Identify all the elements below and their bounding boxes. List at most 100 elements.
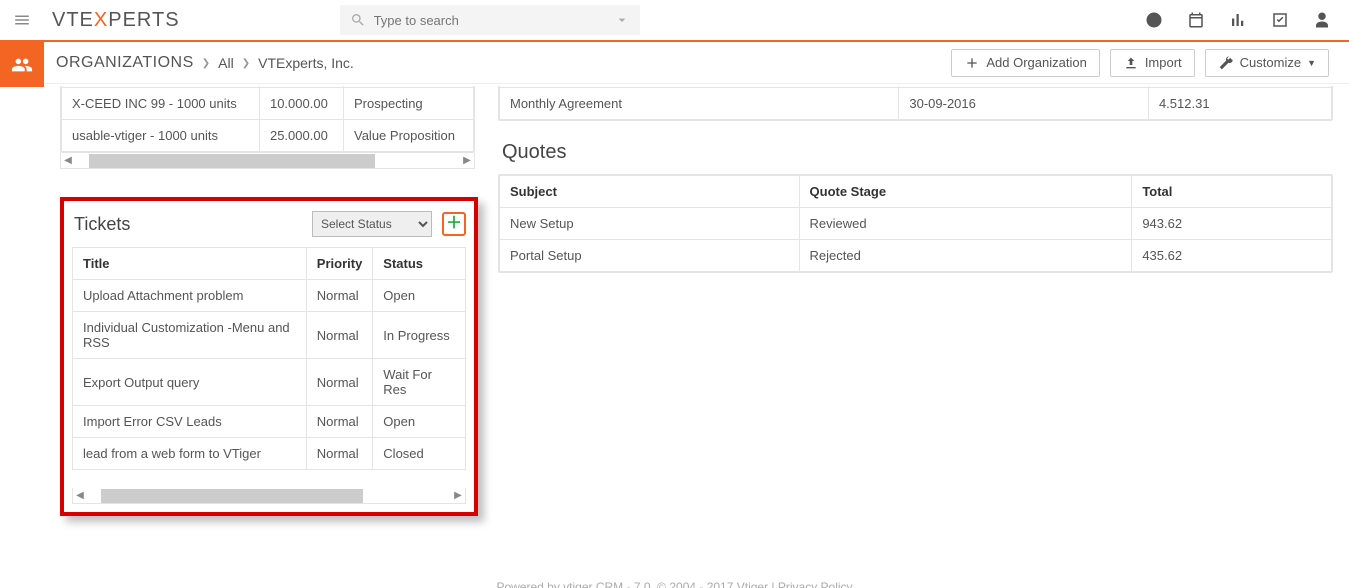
scrollbar-track[interactable] [101, 489, 437, 503]
tickets-status-filter[interactable]: Select Status [312, 211, 432, 237]
quote-subject: New Setup [500, 208, 800, 240]
breadcrumb-all[interactable]: All [218, 55, 234, 71]
opp-name: X-CEED INC 99 - 1000 units [62, 88, 260, 120]
right-column: Support Package 06-08-2016 7.865.12Month… [498, 86, 1333, 273]
support-date: 30-09-2016 [899, 88, 1149, 120]
scroll-right-icon[interactable]: ▶ [451, 490, 465, 501]
quote-subject: Portal Setup [500, 240, 800, 272]
module-rail-organizations[interactable] [0, 42, 44, 87]
menu-toggle[interactable] [0, 0, 44, 41]
table-row[interactable]: X-CEED INC 99 - 1000 units 10.000.00 Pro… [62, 88, 474, 120]
tasks-icon[interactable] [1271, 11, 1289, 29]
opp-name: usable-vtiger - 1000 units [62, 120, 260, 152]
action-buttons: Add Organization Import Customize ▼ [951, 49, 1329, 77]
scrollbar-thumb[interactable] [89, 154, 375, 168]
table-row[interactable]: Import Error CSV Leads Normal Open [73, 406, 466, 438]
footer-text: Powered by vtiger CRM - 7.0. © 2004 - 20… [496, 580, 852, 588]
opp-stage: Prospecting [344, 88, 474, 120]
table-row[interactable]: lead from a web form to VTiger Normal Cl… [73, 438, 466, 470]
tickets-col-priority: Priority [306, 248, 373, 280]
main-content: vtigerCRM Inc - 1000 units 75.000.00 Qua… [44, 86, 1349, 588]
quotes-widget: Subject Quote Stage Total New Setup Revi… [498, 174, 1333, 273]
ticket-title: Individual Customization -Menu and RSS [73, 312, 307, 359]
reports-icon[interactable] [1229, 11, 1247, 29]
tickets-col-status: Status [373, 248, 466, 280]
table-row[interactable]: Individual Customization -Menu and RSS N… [73, 312, 466, 359]
opportunities-table: vtigerCRM Inc - 1000 units 75.000.00 Qua… [61, 86, 474, 152]
organizations-icon [11, 54, 33, 76]
breadcrumb-bar: Organizations ❯ All ❯ VTExperts, Inc. Ad… [44, 42, 1349, 84]
logo-text-x: X [94, 9, 108, 31]
breadcrumb-record[interactable]: VTExperts, Inc. [258, 55, 354, 71]
quote-stage: Reviewed [799, 208, 1132, 240]
quotes-col-stage: Quote Stage [799, 176, 1132, 208]
ticket-priority: Normal [306, 438, 373, 470]
logo-text-post: PERTS [108, 9, 179, 31]
scroll-left-icon[interactable]: ◀ [73, 490, 87, 501]
tickets-col-title: Title [73, 248, 307, 280]
opp-amount: 10.000.00 [259, 88, 343, 120]
import-button[interactable]: Import [1110, 49, 1195, 77]
add-ticket-button[interactable]: ＋ [442, 212, 466, 236]
quotes-table: Subject Quote Stage Total New Setup Revi… [499, 175, 1332, 272]
quote-stage: Rejected [799, 240, 1132, 272]
ticket-priority: Normal [306, 406, 373, 438]
scroll-left-icon[interactable]: ◀ [61, 155, 75, 166]
calendar-icon[interactable] [1187, 11, 1205, 29]
import-label: Import [1145, 55, 1182, 70]
quote-total: 435.62 [1132, 240, 1332, 272]
quotes-title: Quotes [502, 141, 1333, 164]
topbar: VTEXPERTS [0, 0, 1349, 42]
support-amount: 4.512.31 [1148, 88, 1331, 120]
table-row[interactable]: Export Output query Normal Wait For Res [73, 359, 466, 406]
chevron-down-icon[interactable] [614, 12, 630, 28]
opportunities-widget: vtigerCRM Inc - 1000 units 75.000.00 Qua… [60, 86, 475, 153]
add-organization-label: Add Organization [986, 55, 1086, 70]
table-row[interactable]: usable-vtiger - 1000 units 25.000.00 Val… [62, 120, 474, 152]
chevron-down-icon: ▼ [1307, 58, 1316, 68]
table-row[interactable]: Portal Setup Rejected 435.62 [500, 240, 1332, 272]
opp-amount: 25.000.00 [259, 120, 343, 152]
quotes-col-total: Total [1132, 176, 1332, 208]
ticket-title: Upload Attachment problem [73, 280, 307, 312]
tickets-table: Title Priority Status Upload Attachment … [72, 247, 466, 470]
ticket-title: Export Output query [73, 359, 307, 406]
breadcrumb-module[interactable]: Organizations [56, 54, 194, 72]
add-icon[interactable] [1145, 11, 1163, 29]
add-organization-button[interactable]: Add Organization [951, 49, 1099, 77]
ticket-status: Open [373, 406, 466, 438]
scroll-right-icon[interactable]: ▶ [460, 155, 474, 166]
tickets-hscroll[interactable]: ◀ ▶ [72, 488, 466, 504]
table-row[interactable]: Monthly Agreement 30-09-2016 4.512.31 [500, 88, 1332, 120]
ticket-status: Open [373, 280, 466, 312]
tickets-title: Tickets [74, 214, 130, 235]
tickets-header: Tickets Select Status ＋ [72, 207, 466, 247]
customize-label: Customize [1240, 55, 1301, 70]
quotes-col-subject: Subject [500, 176, 800, 208]
opp-stage: Value Proposition [344, 120, 474, 152]
scrollbar-track[interactable] [89, 154, 446, 168]
topbar-icons [1145, 11, 1331, 29]
customize-button[interactable]: Customize ▼ [1205, 49, 1329, 77]
support-subject: Monthly Agreement [500, 88, 899, 120]
ticket-priority: Normal [306, 312, 373, 359]
ticket-title: Import Error CSV Leads [73, 406, 307, 438]
global-search[interactable] [340, 5, 640, 35]
search-input[interactable] [374, 13, 614, 28]
ticket-title: lead from a web form to VTiger [73, 438, 307, 470]
opportunities-hscroll[interactable]: ◀ ▶ [60, 153, 475, 169]
quote-total: 943.62 [1132, 208, 1332, 240]
logo: VTEXPERTS [52, 9, 180, 32]
tickets-widget-highlight: Tickets Select Status ＋ Title Priority S… [60, 197, 478, 516]
logo-text-pre: VTE [52, 9, 94, 31]
table-row[interactable]: Upload Attachment problem Normal Open [73, 280, 466, 312]
plus-icon [964, 55, 980, 71]
user-icon[interactable] [1313, 11, 1331, 29]
scrollbar-thumb[interactable] [101, 489, 363, 503]
ticket-status: Wait For Res [373, 359, 466, 406]
table-row[interactable]: New Setup Reviewed 943.62 [500, 208, 1332, 240]
ticket-status: In Progress [373, 312, 466, 359]
ticket-priority: Normal [306, 280, 373, 312]
ticket-status: Closed [373, 438, 466, 470]
support-widget: Support Package 06-08-2016 7.865.12Month… [498, 86, 1333, 121]
